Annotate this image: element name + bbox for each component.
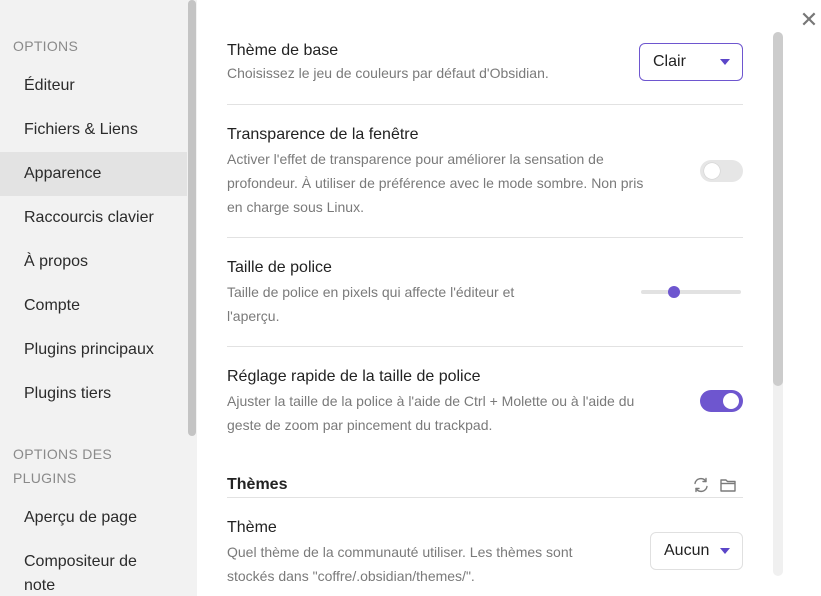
setting-theme-description-line1: Quel thème de la communauté utiliser. Le… (227, 544, 573, 560)
sidebar-item-files-links[interactable]: Fichiers & Liens (0, 108, 187, 152)
sidebar-item-editor[interactable]: Éditeur (0, 64, 187, 108)
setting-translucency: Transparence de la fenêtre Activer l'eff… (227, 105, 743, 238)
close-icon[interactable]: ✕ (798, 9, 820, 31)
sidebar-scrollbar-thumb[interactable] (188, 0, 196, 436)
setting-translucency-description-line3: en charge sous Linux. (227, 199, 364, 215)
setting-translucency-description: Activer l'effet de transparence pour amé… (227, 147, 677, 219)
sidebar-item-core-plugins[interactable]: Plugins principaux (0, 328, 187, 372)
sidebar-scrollbar[interactable] (187, 0, 197, 596)
sidebar-item-about[interactable]: À propos (0, 240, 187, 284)
setting-quick-font-adjust: Réglage rapide de la taille de police Aj… (227, 347, 743, 447)
font-size-slider-thumb[interactable] (668, 286, 680, 298)
setting-theme-name: Thème (227, 519, 277, 536)
setting-base-theme: Thème de base Choisissez le jeu de coule… (227, 32, 743, 105)
settings-content: Thème de base Choisissez le jeu de coule… (197, 0, 821, 596)
chevron-down-icon (720, 548, 730, 554)
content-scrollbar-thumb[interactable] (773, 32, 783, 386)
setting-font-size-description-line2: l'aperçu. (227, 308, 280, 324)
setting-translucency-name: Transparence de la fenêtre (227, 126, 419, 143)
theme-dropdown-value: Aucun (664, 542, 710, 559)
toggle-knob (704, 163, 720, 179)
setting-font-size-description: Taille de police en pixels qui affecte l… (227, 280, 567, 328)
quick-font-adjust-toggle[interactable] (700, 390, 743, 412)
setting-base-theme-name: Thème de base (227, 42, 339, 59)
sidebar-item-community-plugins[interactable]: Plugins tiers (0, 372, 187, 416)
setting-font-size-name: Taille de police (227, 259, 332, 276)
font-size-slider[interactable] (641, 286, 741, 298)
themes-section-title: Thèmes (227, 476, 288, 493)
setting-quick-font-adjust-description-line2: geste de zoom par pincement du trackpad. (227, 417, 493, 433)
setting-base-theme-description: Choisissez le jeu de couleurs par défaut… (227, 65, 549, 81)
sidebar-section-plugin-options-line1: OPTIONS DES (13, 446, 112, 462)
sidebar-item-note-composer-line2: note (24, 577, 56, 594)
translucency-toggle[interactable] (700, 160, 743, 182)
setting-theme: Thème Quel thème de la communauté utilis… (227, 498, 743, 596)
setting-theme-description: Quel thème de la communauté utiliser. Le… (227, 540, 627, 588)
sidebar-item-account[interactable]: Compte (0, 284, 187, 328)
theme-dropdown[interactable]: Aucun (650, 532, 743, 570)
content-scrollbar[interactable] (773, 32, 783, 576)
sidebar-item-appearance[interactable]: Apparence (0, 152, 187, 196)
setting-quick-font-adjust-description-line1: Ajuster la taille de la police à l'aide … (227, 393, 635, 409)
themes-section-heading: Thèmes (227, 474, 743, 498)
settings-sidebar: OPTIONS Éditeur Fichiers & Liens Apparen… (0, 0, 187, 596)
sidebar-section-plugin-options-line2: PLUGINS (13, 470, 77, 486)
setting-quick-font-adjust-name: Réglage rapide de la taille de police (227, 368, 481, 385)
sidebar-section-plugin-options: OPTIONS DES PLUGINS (13, 442, 173, 490)
sidebar-item-page-preview[interactable]: Aperçu de page (0, 496, 187, 540)
sidebar-section-options: OPTIONS (13, 38, 79, 54)
base-theme-dropdown[interactable]: Clair (639, 43, 743, 81)
setting-translucency-description-line2: profondeur. À utiliser de préférence ave… (227, 175, 644, 191)
setting-theme-description-line2: stockés dans "coffre/.obsidian/themes/". (227, 568, 475, 584)
reload-icon[interactable] (692, 476, 710, 494)
chevron-down-icon (720, 59, 730, 65)
setting-translucency-description-line1: Activer l'effet de transparence pour amé… (227, 151, 604, 167)
folder-icon[interactable] (719, 476, 737, 494)
sidebar-item-note-composer-line1: Compositeur de (24, 553, 137, 570)
toggle-knob (723, 393, 739, 409)
base-theme-dropdown-value: Clair (653, 53, 686, 70)
setting-quick-font-adjust-description: Ajuster la taille de la police à l'aide … (227, 389, 677, 437)
sidebar-item-note-composer[interactable]: Compositeur de note (0, 542, 187, 596)
setting-font-size-description-line1: Taille de police en pixels qui affecte l… (227, 284, 515, 300)
sidebar-item-hotkeys[interactable]: Raccourcis clavier (0, 196, 187, 240)
